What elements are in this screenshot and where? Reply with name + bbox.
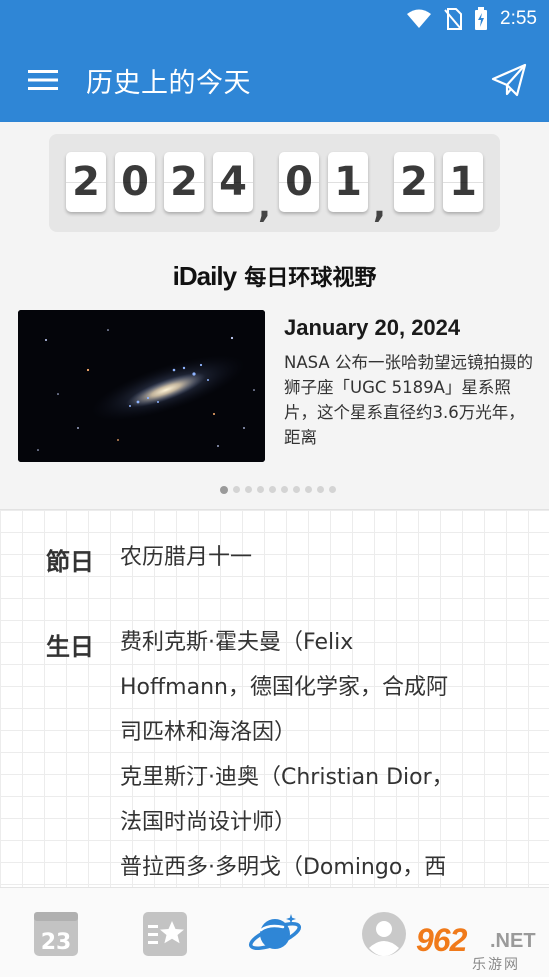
day-digit: 1: [443, 152, 483, 212]
month-digit: 1: [328, 152, 368, 212]
profile-icon: [362, 912, 406, 956]
feature-description[interactable]: NASA 公布一张哈勃望远镜拍摄的狮子座「UGC 5189A」星系照片，这个星系…: [284, 350, 534, 450]
festival-text: 农历腊月十一: [120, 535, 510, 580]
birthday-line: 司匹林和海洛因）: [120, 720, 297, 745]
watermark-number: 962: [416, 922, 467, 958]
no-sim-icon: [444, 8, 463, 30]
pager-dot[interactable]: [256, 486, 264, 493]
pager-dot[interactable]: [316, 486, 324, 493]
wifi-icon: [406, 9, 432, 29]
birthday-text: 费利克斯·霍夫曼（Felix Hoffmann，德国化学家，合成阿 司匹林和海洛…: [120, 620, 510, 887]
year-digit: 4: [213, 152, 253, 212]
status-time: 2:55: [500, 8, 537, 29]
paper-plane-icon: [491, 63, 527, 97]
pager-dot[interactable]: [328, 486, 336, 493]
nav-discover[interactable]: [247, 906, 303, 962]
pager-dot[interactable]: [219, 486, 228, 494]
date-separator: ,: [373, 186, 386, 226]
carousel-pager: [0, 486, 549, 496]
calendar-day: 23: [41, 930, 72, 955]
birthday-line: 克里斯汀·迪奥（Christian Dior，: [120, 765, 454, 790]
idaily-subtitle: 每日环球视野: [244, 265, 377, 291]
pager-dot[interactable]: [268, 486, 276, 493]
year-digit: 0: [115, 152, 155, 212]
nav-profile[interactable]: [356, 906, 412, 962]
year-digit: 2: [164, 152, 204, 212]
pager-dot[interactable]: [304, 486, 312, 493]
nav-calendar[interactable]: 23: [28, 906, 84, 962]
feature-date: January 20, 2024: [284, 315, 461, 340]
festival-line: 农历腊月十一: [120, 545, 253, 570]
battery-charging-icon: [474, 7, 488, 31]
watermark-subtitle: 乐游网: [472, 957, 520, 973]
idaily-brand: iDaily: [172, 261, 237, 291]
planet-icon: [248, 914, 302, 950]
birthday-line: 费利克斯·霍夫曼（Felix: [120, 630, 354, 655]
galaxy-photo[interactable]: [18, 310, 265, 462]
calendar-icon: 23: [34, 912, 78, 956]
year-digit: 2: [66, 152, 106, 212]
page-title: 历史上的今天: [86, 67, 251, 99]
nav-favorites[interactable]: [137, 906, 193, 962]
pager-dot[interactable]: [244, 486, 252, 493]
month-digit: 0: [279, 152, 319, 212]
menu-button[interactable]: [0, 38, 86, 122]
app-bar: 历史上的今天: [0, 38, 549, 122]
pager-dot[interactable]: [232, 486, 240, 493]
watermark-suffix: .NET: [490, 930, 536, 952]
birthday-line: Hoffmann，德国化学家，合成阿: [120, 675, 448, 700]
festival-label: 節日: [46, 548, 94, 576]
birthday-line: 法国时尚设计师）: [120, 810, 297, 835]
site-watermark-logo: 962 .NET 乐游网: [414, 922, 546, 973]
favorites-icon: [143, 912, 187, 956]
pager-dot[interactable]: [280, 486, 288, 493]
day-digit: 2: [394, 152, 434, 212]
date-separator: ,: [258, 186, 271, 226]
share-button[interactable]: [469, 38, 549, 122]
birthday-line: 普拉西多·多明戈（Domingo，西: [120, 855, 447, 880]
idaily-heading: iDaily 每日环球视野: [0, 260, 549, 292]
hamburger-icon: [28, 70, 58, 90]
birthday-label: 生日: [46, 633, 94, 661]
pager-dot[interactable]: [292, 486, 300, 493]
date-counter[interactable]: 2 0 2 4 , 0 1 , 2 1: [49, 134, 500, 232]
events-content[interactable]: 節日 农历腊月十一 生日 费利克斯·霍夫曼（Felix Hoffmann，德国化…: [0, 510, 549, 887]
daily-card: 2 0 2 4 , 0 1 , 2 1 iDaily 每日环球视野 Januar…: [0, 122, 549, 510]
status-bar: 2:55: [0, 0, 549, 38]
